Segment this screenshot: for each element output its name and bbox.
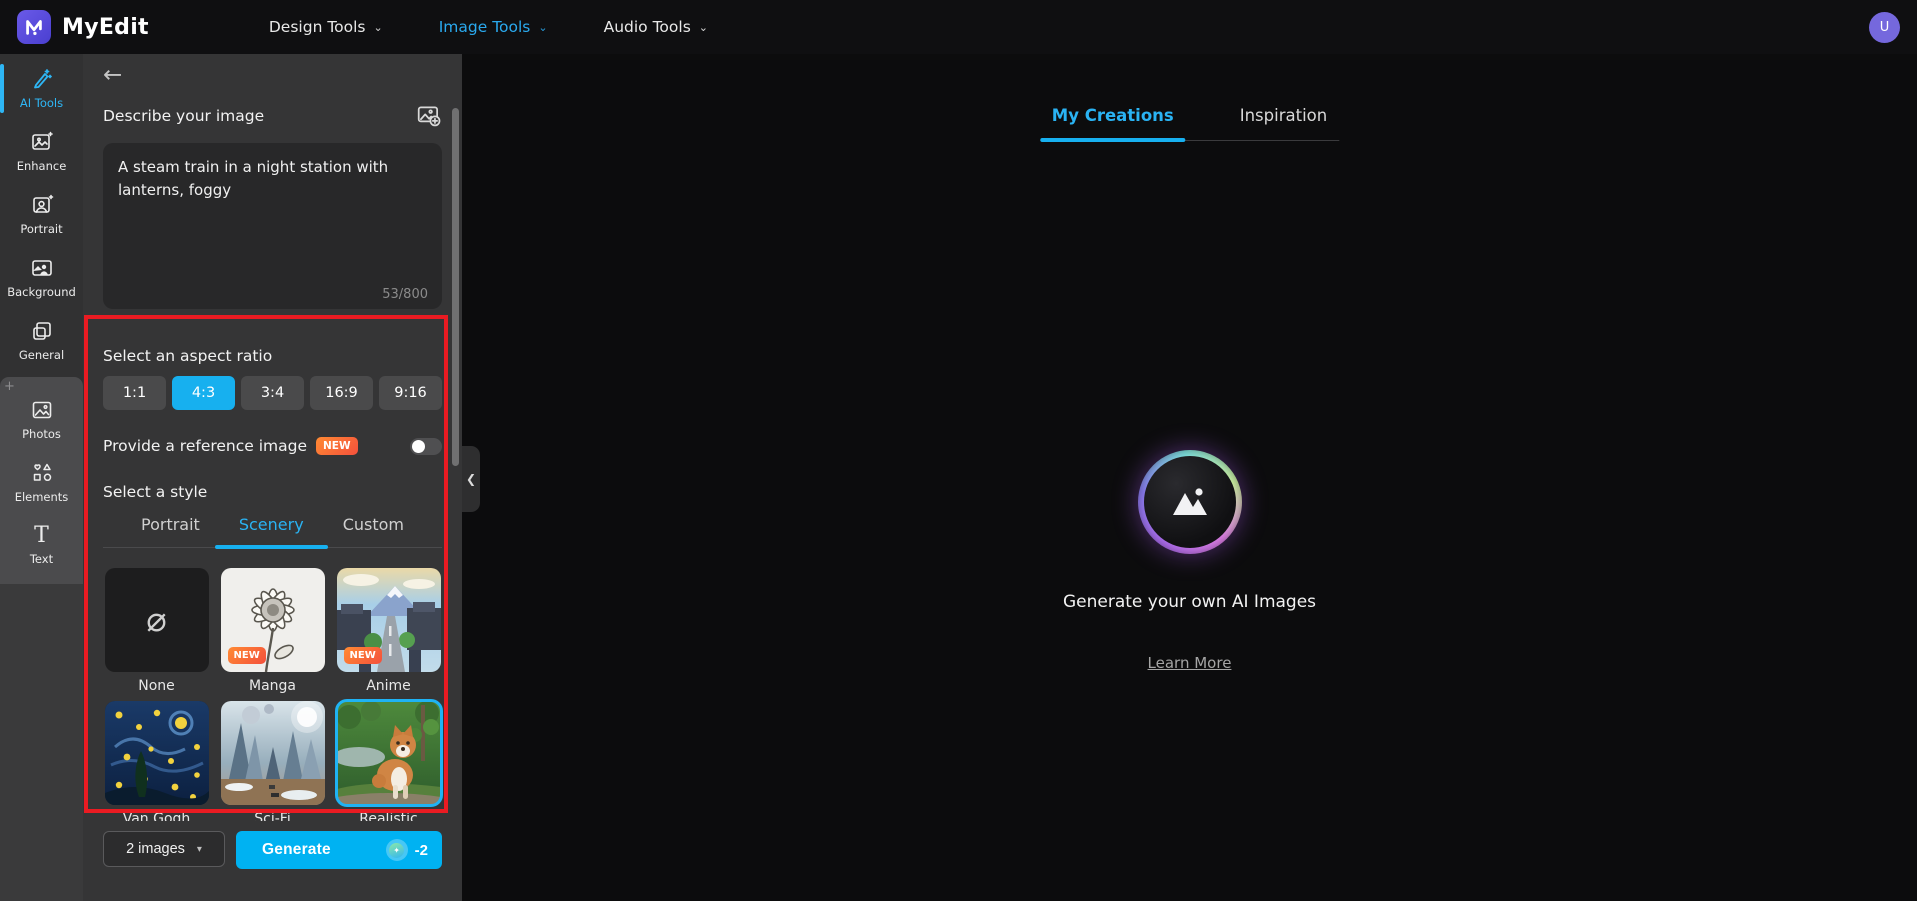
credit-cost: -2 bbox=[415, 842, 428, 859]
background-image-icon bbox=[30, 256, 54, 280]
portrait-icon bbox=[30, 193, 54, 217]
tab-portrait[interactable]: Portrait bbox=[127, 511, 214, 547]
shapes-icon bbox=[30, 461, 54, 485]
image-placeholder-icon bbox=[1169, 485, 1211, 519]
sidebar-item-portrait[interactable]: Portrait bbox=[0, 186, 83, 243]
nav-menu-design-tools[interactable]: Design Tools ⌄ bbox=[269, 18, 383, 36]
chevron-down-icon: ⌄ bbox=[538, 21, 547, 34]
empty-state-title: Generate your own AI Images bbox=[1063, 592, 1316, 612]
reference-toggle[interactable] bbox=[410, 438, 442, 455]
layers-icon bbox=[30, 319, 54, 343]
ai-image-panel: ← Describe your image A steam train in a… bbox=[83, 54, 462, 901]
style-tabs: Portrait Scenery Custom bbox=[103, 511, 442, 548]
aspect-ratio-option-9-16[interactable]: 9:16 bbox=[379, 376, 442, 410]
new-badge: NEW bbox=[316, 437, 358, 455]
enhance-image-icon bbox=[30, 130, 54, 154]
style-option-realistic[interactable]: Realistic bbox=[335, 701, 442, 821]
chevron-down-icon: ⌄ bbox=[374, 21, 383, 34]
tab-inspiration[interactable]: Inspiration bbox=[1228, 106, 1339, 140]
sidebar-item-elements[interactable]: Elements bbox=[0, 454, 83, 511]
panel-collapse-handle[interactable]: ❮ bbox=[462, 446, 480, 512]
aspect-ratio-option-3-4[interactable]: 3:4 bbox=[241, 376, 304, 410]
new-badge: NEW bbox=[344, 647, 382, 664]
aspect-ratio-option-1-1[interactable]: 1:1 bbox=[103, 376, 166, 410]
empty-state: Generate your own AI Images Learn More bbox=[462, 450, 1917, 672]
sidebar-item-ai-tools[interactable]: AI Tools bbox=[0, 60, 83, 117]
photos-icon bbox=[30, 398, 54, 422]
myedit-app: MyEdit Design Tools ⌄ Image Tools ⌄ Audi… bbox=[0, 0, 1917, 901]
collapse-chevron-icon: ❮ bbox=[466, 472, 476, 486]
style-grid: ⌀ None bbox=[103, 568, 442, 821]
style-option-manga[interactable]: NEW Manga bbox=[219, 568, 326, 694]
panel-scroll-area: ← Describe your image A steam train in a… bbox=[83, 54, 462, 821]
style-thumbnail-van-gogh bbox=[105, 701, 209, 805]
style-thumbnail-realistic bbox=[337, 701, 441, 805]
brand[interactable]: MyEdit bbox=[17, 10, 149, 44]
prompt-textarea[interactable]: A steam train in a night station with la… bbox=[103, 143, 442, 309]
sidebar-spacer bbox=[0, 584, 83, 901]
sidebar-media-section: + Photos Elements bbox=[0, 377, 83, 584]
char-counter: 53/800 bbox=[382, 287, 428, 302]
myedit-logo-icon bbox=[17, 10, 51, 44]
describe-label: Describe your image bbox=[103, 107, 264, 125]
aspect-ratio-option-4-3[interactable]: 4:3 bbox=[172, 376, 235, 410]
style-thumbnail-manga: NEW bbox=[221, 568, 325, 672]
add-reference-image-icon[interactable] bbox=[416, 103, 442, 129]
aspect-ratio-option-16-9[interactable]: 16:9 bbox=[310, 376, 373, 410]
sidebar: AI Tools Enhance Portrait bbox=[0, 54, 83, 901]
magic-wand-icon bbox=[30, 67, 54, 91]
text-tool-icon: T bbox=[34, 525, 49, 547]
panel-scrollbar[interactable] bbox=[452, 108, 459, 466]
images-count-dropdown[interactable]: 2 images ▾ bbox=[103, 831, 225, 867]
empty-state-ring bbox=[1138, 450, 1242, 554]
none-icon: ⌀ bbox=[105, 568, 209, 672]
style-option-sci-fi[interactable]: Sci-Fi bbox=[219, 701, 326, 821]
credit-coin-icon: ✦ bbox=[386, 839, 408, 861]
sidebar-item-photos[interactable]: Photos bbox=[0, 391, 83, 448]
main-content: My Creations Inspiration Generate your o… bbox=[462, 54, 1917, 901]
tab-scenery[interactable]: Scenery bbox=[225, 511, 318, 547]
new-badge: NEW bbox=[228, 647, 266, 664]
style-option-anime[interactable]: NEW Anime bbox=[335, 568, 442, 694]
style-thumbnail-sci-fi bbox=[221, 701, 325, 805]
style-thumbnail-none: ⌀ bbox=[105, 568, 209, 672]
style-option-none[interactable]: ⌀ None bbox=[103, 568, 210, 694]
chevron-down-icon: ⌄ bbox=[699, 21, 708, 34]
style-thumbnail-anime: NEW bbox=[337, 568, 441, 672]
user-avatar[interactable]: U bbox=[1869, 12, 1900, 43]
back-button[interactable]: ← bbox=[103, 64, 122, 87]
brand-title: MyEdit bbox=[62, 15, 149, 40]
nav-menu-image-tools[interactable]: Image Tools ⌄ bbox=[439, 18, 548, 36]
sidebar-item-enhance[interactable]: Enhance bbox=[0, 123, 83, 180]
aspect-ratio-group: 1:1 4:3 3:4 16:9 9:16 bbox=[103, 376, 442, 410]
toggle-knob bbox=[412, 440, 425, 453]
nav-menu-audio-tools[interactable]: Audio Tools ⌄ bbox=[604, 18, 708, 36]
sidebar-item-general[interactable]: General bbox=[0, 312, 83, 369]
nav-menus: Design Tools ⌄ Image Tools ⌄ Audio Tools… bbox=[269, 18, 708, 36]
top-nav: MyEdit Design Tools ⌄ Image Tools ⌄ Audi… bbox=[0, 0, 1917, 54]
tab-my-creations[interactable]: My Creations bbox=[1040, 106, 1186, 140]
generate-button[interactable]: Generate ✦ -2 bbox=[236, 831, 442, 869]
reference-image-label: Provide a reference image bbox=[103, 437, 307, 455]
caret-down-icon: ▾ bbox=[197, 844, 202, 855]
content-tabs: My Creations Inspiration bbox=[1040, 106, 1339, 141]
tab-custom[interactable]: Custom bbox=[329, 511, 418, 547]
panel-footer: 2 images ▾ Generate ✦ -2 bbox=[83, 821, 462, 901]
style-label: Select a style bbox=[103, 483, 442, 501]
sidebar-item-text[interactable]: T Text bbox=[0, 517, 83, 574]
style-option-van-gogh[interactable]: Van Gogh bbox=[103, 701, 210, 821]
learn-more-link[interactable]: Learn More bbox=[1148, 654, 1232, 672]
aspect-ratio-label: Select an aspect ratio bbox=[103, 347, 442, 365]
sidebar-item-background[interactable]: Background bbox=[0, 249, 83, 306]
